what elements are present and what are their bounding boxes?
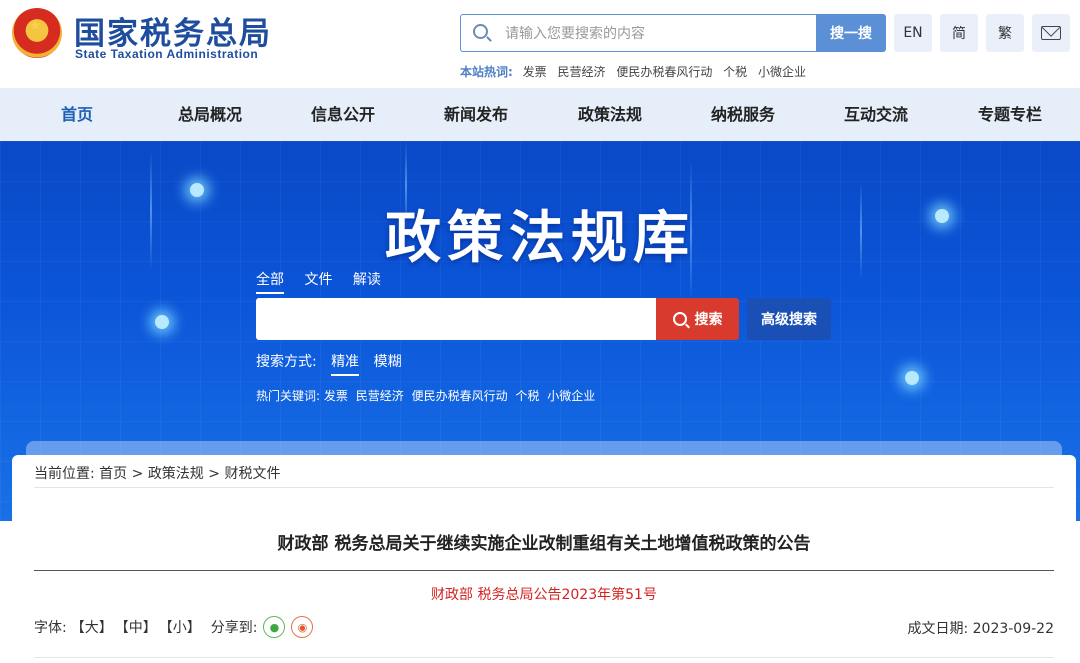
policy-search-input[interactable]	[256, 298, 636, 340]
tab-interpretations[interactable]: 解读	[353, 272, 381, 292]
wechat-share-icon[interactable]: ●	[263, 616, 286, 638]
divider	[34, 487, 1054, 488]
main-nav: 首页 总局概况 信息公开 新闻发布 政策法规 纳税服务 互动交流 专题专栏	[0, 88, 1080, 141]
document-title: 财政部 税务总局关于继续实施企业改制重组有关土地增值税政策的公告	[277, 534, 811, 554]
hot-words-label: 本站热词:	[460, 65, 513, 79]
breadcrumb-item-policy[interactable]: 政策法规	[148, 466, 204, 482]
site-search-box	[460, 14, 816, 52]
hot-word-link[interactable]: 便民办税春风行动	[616, 65, 712, 79]
breadcrumb-separator: >	[208, 466, 220, 482]
hot-word-link[interactable]: 个税	[723, 65, 747, 79]
hot-keyword-link[interactable]: 小微企业	[547, 389, 595, 403]
hot-keyword-link[interactable]: 便民办税春风行动	[412, 389, 508, 403]
nav-item-special-topics[interactable]: 专题专栏	[960, 88, 1060, 141]
tab-all[interactable]: 全部	[256, 272, 284, 294]
hot-word-link[interactable]: 发票	[523, 65, 547, 79]
site-hot-words: 本站热词: 发票 民营经济 便民办税春风行动 个税 小微企业	[460, 63, 813, 80]
document-card: 当前位置: 首页 > 政策法规 > 财税文件 财政部 税务总局关于继续实施企业改…	[12, 455, 1076, 663]
hot-keywords-label: 热门关键词:	[256, 389, 321, 403]
site-logo-en[interactable]: State Taxation Administration	[75, 47, 258, 61]
breadcrumb-separator: >	[131, 466, 144, 482]
nav-item-news[interactable]: 新闻发布	[426, 88, 526, 141]
tab-documents[interactable]: 文件	[304, 272, 332, 292]
search-icon	[672, 312, 687, 326]
font-size-small-button[interactable]: 【小】	[159, 617, 201, 637]
mail-button[interactable]	[1032, 14, 1070, 52]
search-scope-tabs: 全部 文件 解读	[256, 269, 397, 294]
site-search-input[interactable]	[505, 23, 805, 45]
breadcrumb-item-home[interactable]: 首页	[99, 466, 127, 482]
site-header: 国家税务总局 State Taxation Administration 搜一搜…	[0, 0, 1080, 88]
hot-keyword-link[interactable]: 民营经济	[356, 389, 404, 403]
nav-item-interaction[interactable]: 互动交流	[826, 88, 926, 141]
light-dot	[155, 315, 169, 329]
search-mode-label: 搜索方式:	[256, 354, 317, 370]
share-label: 分享到:	[210, 620, 258, 636]
document-number: 财政部 税务总局公告2023年第51号	[431, 587, 657, 603]
hot-word-link[interactable]: 小微企业	[758, 65, 806, 79]
weibo-share-icon[interactable]: ◉	[291, 616, 314, 638]
breadcrumb-item-finance-docs[interactable]: 财税文件	[224, 466, 280, 482]
search-mode-exact[interactable]: 精准	[331, 354, 360, 376]
nav-item-tax-service[interactable]: 纳税服务	[693, 88, 793, 141]
policy-search-button-label: 搜索	[694, 312, 723, 328]
search-mode: 搜索方式: 精准 模糊	[256, 351, 402, 376]
breadcrumb-label: 当前位置:	[34, 466, 95, 482]
hot-keyword-link[interactable]: 个税	[515, 389, 539, 403]
document-tools: 字体: 【大】 【中】 【小】 分享到: ● ◉	[34, 616, 314, 638]
banner-hot-keywords: 热门关键词: 发票 民营经济 便民办税春风行动 个税 小微企业	[256, 387, 599, 404]
lang-simplified-button[interactable]: 简	[940, 14, 978, 52]
date-value: 2023-09-22	[972, 621, 1054, 637]
divider	[34, 570, 1054, 571]
policy-search-button[interactable]: 搜索	[656, 298, 739, 340]
divider	[34, 657, 1054, 658]
date-label: 成文日期:	[907, 621, 969, 637]
lang-en-button[interactable]: EN	[894, 14, 932, 52]
site-search-button[interactable]: 搜一搜	[816, 14, 886, 52]
nav-item-info-disclosure[interactable]: 信息公开	[293, 88, 393, 141]
nav-item-overview[interactable]: 总局概况	[160, 88, 260, 141]
advanced-search-button[interactable]: 高级搜索	[747, 298, 831, 340]
breadcrumb: 当前位置: 首页 > 政策法规 > 财税文件	[34, 463, 280, 483]
font-size-medium-button[interactable]: 【中】	[115, 617, 157, 637]
hot-keyword-link[interactable]: 发票	[324, 389, 348, 403]
policy-search-box	[256, 298, 656, 340]
font-size-label: 字体:	[34, 620, 67, 636]
light-dot	[905, 371, 919, 385]
mail-icon	[1041, 26, 1061, 40]
nav-item-home[interactable]: 首页	[27, 88, 127, 141]
banner-title: 政策法规库	[385, 205, 695, 271]
hot-word-link[interactable]: 民营经济	[557, 65, 605, 79]
search-icon	[473, 24, 488, 39]
national-emblem-icon[interactable]	[12, 8, 62, 58]
search-mode-fuzzy[interactable]: 模糊	[374, 354, 402, 374]
lang-traditional-button[interactable]: 繁	[986, 14, 1024, 52]
nav-item-policy[interactable]: 政策法规	[560, 88, 660, 141]
document-date: 成文日期: 2023-09-22	[907, 618, 1054, 638]
font-size-large-button[interactable]: 【大】	[71, 617, 113, 637]
